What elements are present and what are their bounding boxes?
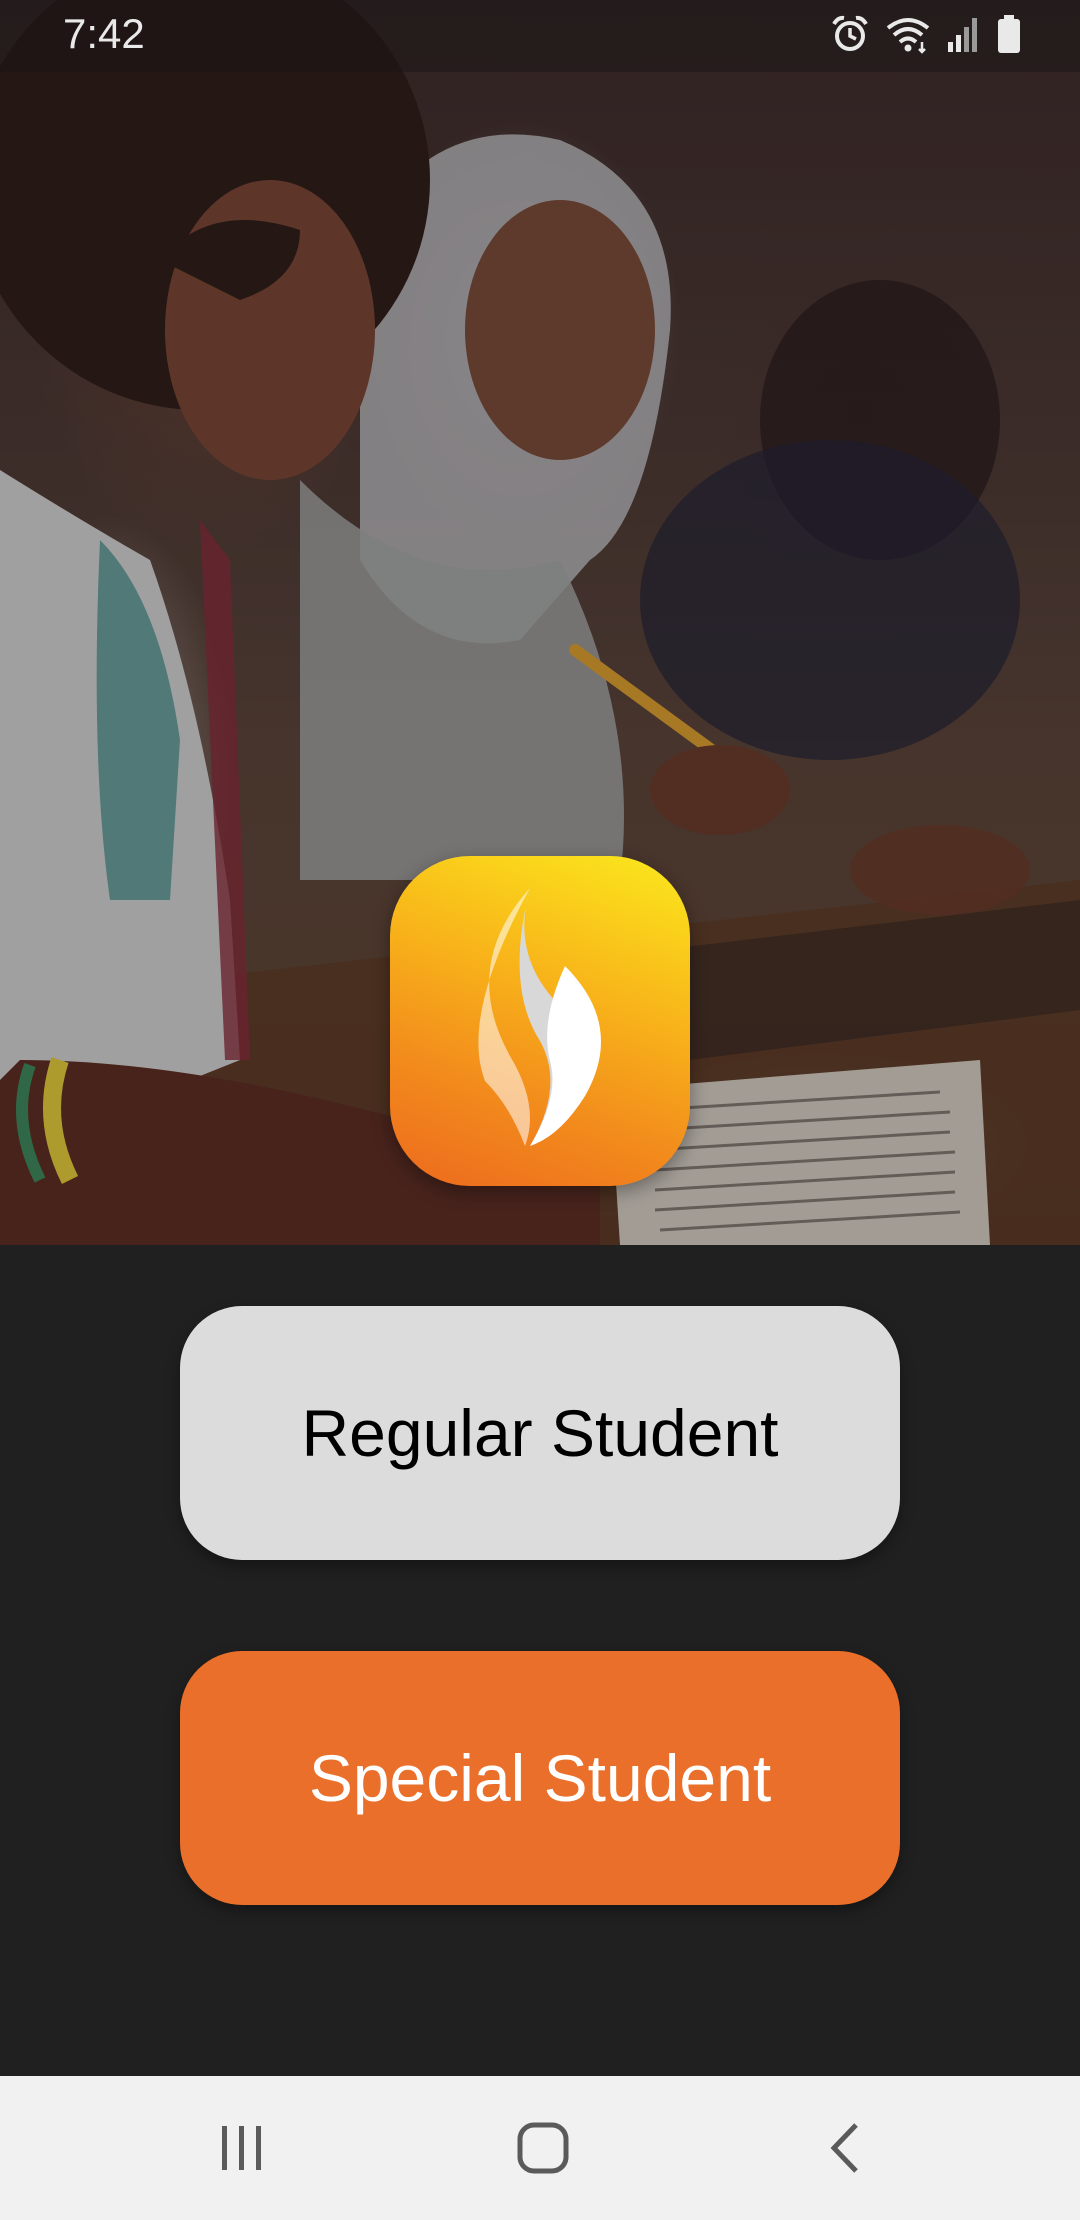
battery-icon <box>996 14 1022 59</box>
special-student-button[interactable]: Special Student <box>180 1651 900 1905</box>
signal-icon <box>946 14 982 59</box>
status-time: 7:42 <box>63 10 145 57</box>
status-bar: 7:42 <box>0 0 1080 72</box>
flame-icon <box>478 888 601 1146</box>
regular-student-button[interactable]: Regular Student <box>180 1306 900 1560</box>
app-logo <box>390 856 690 1186</box>
home-button[interactable] <box>463 2076 623 2220</box>
back-button[interactable] <box>766 2076 926 2220</box>
recents-button[interactable] <box>162 2076 322 2220</box>
wifi-icon <box>884 14 932 59</box>
navigation-bar <box>0 2076 1080 2220</box>
back-icon <box>830 2123 858 2173</box>
alarm-icon <box>830 14 870 59</box>
recents-icon <box>222 2126 261 2170</box>
screen: 7:42 Regular Student Special Student <box>0 0 1080 2220</box>
home-icon <box>517 2122 569 2174</box>
status-icons <box>830 14 1022 58</box>
